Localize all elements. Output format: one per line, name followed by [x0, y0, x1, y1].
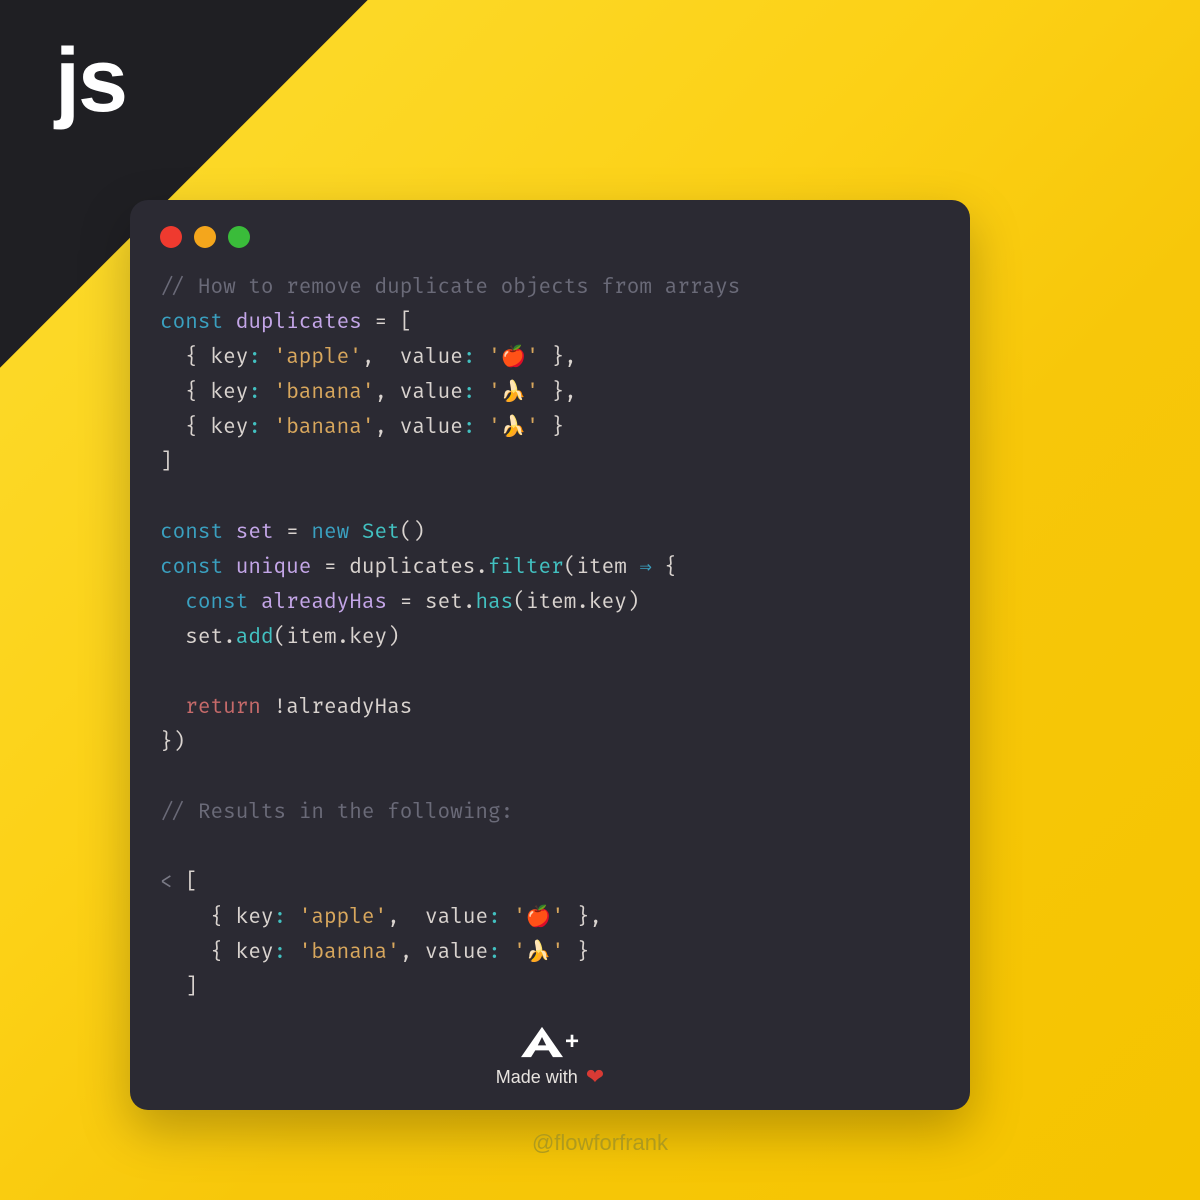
minimize-dot-icon	[194, 226, 216, 248]
kw-return: return	[185, 695, 261, 720]
window-traffic-lights	[160, 226, 940, 248]
var-unique: unique	[236, 555, 312, 580]
emoji-apple-icon: 🍎	[501, 345, 527, 370]
arg-item: item	[576, 555, 626, 580]
var-alreadyhas: alreadyHas	[261, 590, 387, 615]
var-duplicates: duplicates	[236, 310, 362, 335]
class-set: Set	[362, 520, 400, 545]
footer-badge: + Made with ❤	[160, 1008, 940, 1090]
method-add: add	[236, 625, 274, 650]
str-banana: banana	[286, 380, 362, 405]
code-comment: // How to remove duplicate objects from …	[160, 275, 740, 300]
author-handle: @flowforfrank	[0, 1130, 1200, 1156]
code-window: // How to remove duplicate objects from …	[130, 200, 970, 1110]
method-has: has	[475, 590, 513, 615]
method-filter: filter	[488, 555, 564, 580]
code-block: // How to remove duplicate objects from …	[160, 270, 940, 1005]
close-dot-icon	[160, 226, 182, 248]
str-apple: apple	[286, 345, 349, 370]
made-with-label: Made with ❤	[496, 1064, 604, 1090]
var-set: set	[236, 520, 274, 545]
emoji-banana-icon: 🍌	[501, 380, 527, 405]
kw-const: const	[160, 310, 223, 335]
a-logo-icon	[521, 1026, 563, 1058]
a-plus-logo: +	[521, 1026, 579, 1058]
maximize-dot-icon	[228, 226, 250, 248]
code-comment-result: // Results in the following:	[160, 800, 513, 825]
kw-new: new	[311, 520, 349, 545]
arrow-fn-icon: ⇒	[627, 555, 665, 580]
output-caret-icon: <	[160, 870, 185, 895]
heart-icon: ❤	[586, 1064, 604, 1090]
plus-icon: +	[565, 1028, 579, 1056]
js-badge: js	[55, 30, 126, 133]
